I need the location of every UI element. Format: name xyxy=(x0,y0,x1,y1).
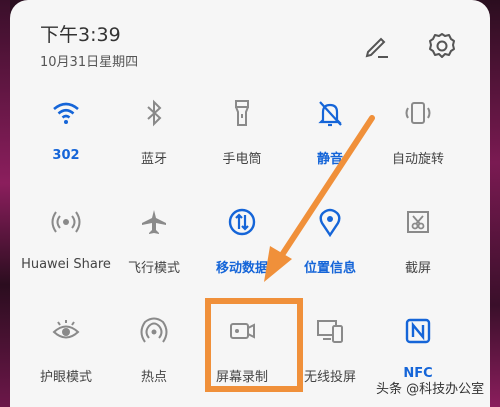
hotspot-icon xyxy=(140,317,168,343)
gear-icon[interactable] xyxy=(426,30,458,62)
flashlight-icon xyxy=(235,100,249,126)
rotate-icon xyxy=(405,102,431,124)
mobile-data-icon xyxy=(228,208,256,236)
edit-icon[interactable] xyxy=(362,30,392,60)
status-time: 下午3:39 xyxy=(40,24,121,46)
watermark: 头条 @科技办公室 xyxy=(376,382,485,397)
wallpaper-edge-right xyxy=(490,0,500,407)
share-icon xyxy=(51,211,81,233)
tile-label: 截屏 xyxy=(404,261,431,276)
bell-off-icon xyxy=(318,101,342,127)
tile-eye-comfort[interactable]: 护眼模式 xyxy=(18,316,114,407)
tile-label: 自动旋转 xyxy=(391,152,444,167)
wireless-projection-icon xyxy=(317,320,343,343)
wifi-icon xyxy=(53,102,79,124)
notification-panel: 下午3:39 10月31日星期四 302 蓝牙 手电筒 静音 自动旋转 Huaw… xyxy=(10,0,490,407)
tile-auto-rotate[interactable]: 自动旋转 xyxy=(370,98,466,198)
tile-hotspot[interactable]: 热点 xyxy=(106,316,202,407)
wallpaper-edge-left xyxy=(0,0,10,407)
nfc-icon xyxy=(405,318,431,344)
tile-screenshot[interactable]: 截屏 xyxy=(370,207,466,307)
highlight-box xyxy=(205,298,303,392)
airplane-icon xyxy=(142,210,166,234)
eye-icon xyxy=(52,320,80,339)
status-date: 10月31日星期四 xyxy=(40,55,139,70)
bluetooth-icon xyxy=(147,99,162,127)
location-icon xyxy=(319,208,341,237)
screenshot-icon xyxy=(407,211,429,233)
